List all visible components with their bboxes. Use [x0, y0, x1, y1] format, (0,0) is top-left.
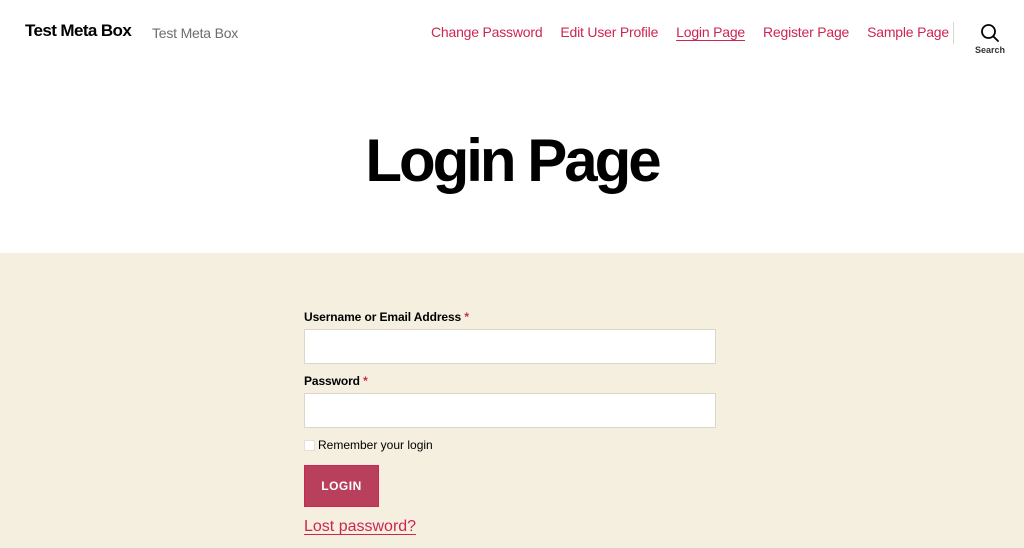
username-label-text: Username or Email Address: [304, 310, 462, 324]
remember-me-row: Remember your login: [304, 438, 716, 452]
nav-item-edit-user-profile[interactable]: Edit User Profile: [560, 24, 658, 40]
site-header: Test Meta Box Test Meta Box Change Passw…: [0, 0, 1024, 80]
login-button[interactable]: LOGIN: [304, 465, 379, 507]
username-label: Username or Email Address *: [304, 310, 716, 324]
header-divider: [953, 22, 954, 44]
entry-content: Username or Email Address * Password * R…: [0, 253, 1024, 548]
nav-item-change-password[interactable]: Change Password: [431, 24, 543, 40]
login-form: Username or Email Address * Password * R…: [304, 310, 716, 536]
search-icon: [970, 23, 1010, 43]
primary-nav: Change Password Edit User Profile Login …: [431, 24, 967, 40]
entry-header: Login Page: [0, 80, 1024, 253]
nav-item-login-page[interactable]: Login Page: [676, 24, 745, 40]
site-description: Test Meta Box: [152, 25, 239, 41]
password-label: Password *: [304, 374, 716, 388]
site-title-link[interactable]: Test Meta Box: [25, 21, 132, 41]
lost-password-link[interactable]: Lost password?: [304, 518, 416, 536]
required-marker: *: [464, 310, 469, 324]
page-title: Login Page: [365, 127, 661, 194]
nav-item-register-page[interactable]: Register Page: [763, 24, 849, 40]
password-input[interactable]: [304, 393, 716, 428]
remember-me-label[interactable]: Remember your login: [318, 438, 433, 452]
password-label-text: Password: [304, 374, 360, 388]
search-toggle-button[interactable]: Search: [970, 20, 1010, 60]
username-input[interactable]: [304, 329, 716, 364]
required-marker: *: [363, 374, 368, 388]
search-label: Search: [974, 45, 1006, 55]
nav-item-sample-page[interactable]: Sample Page: [867, 24, 949, 40]
remember-me-checkbox[interactable]: [304, 439, 315, 451]
